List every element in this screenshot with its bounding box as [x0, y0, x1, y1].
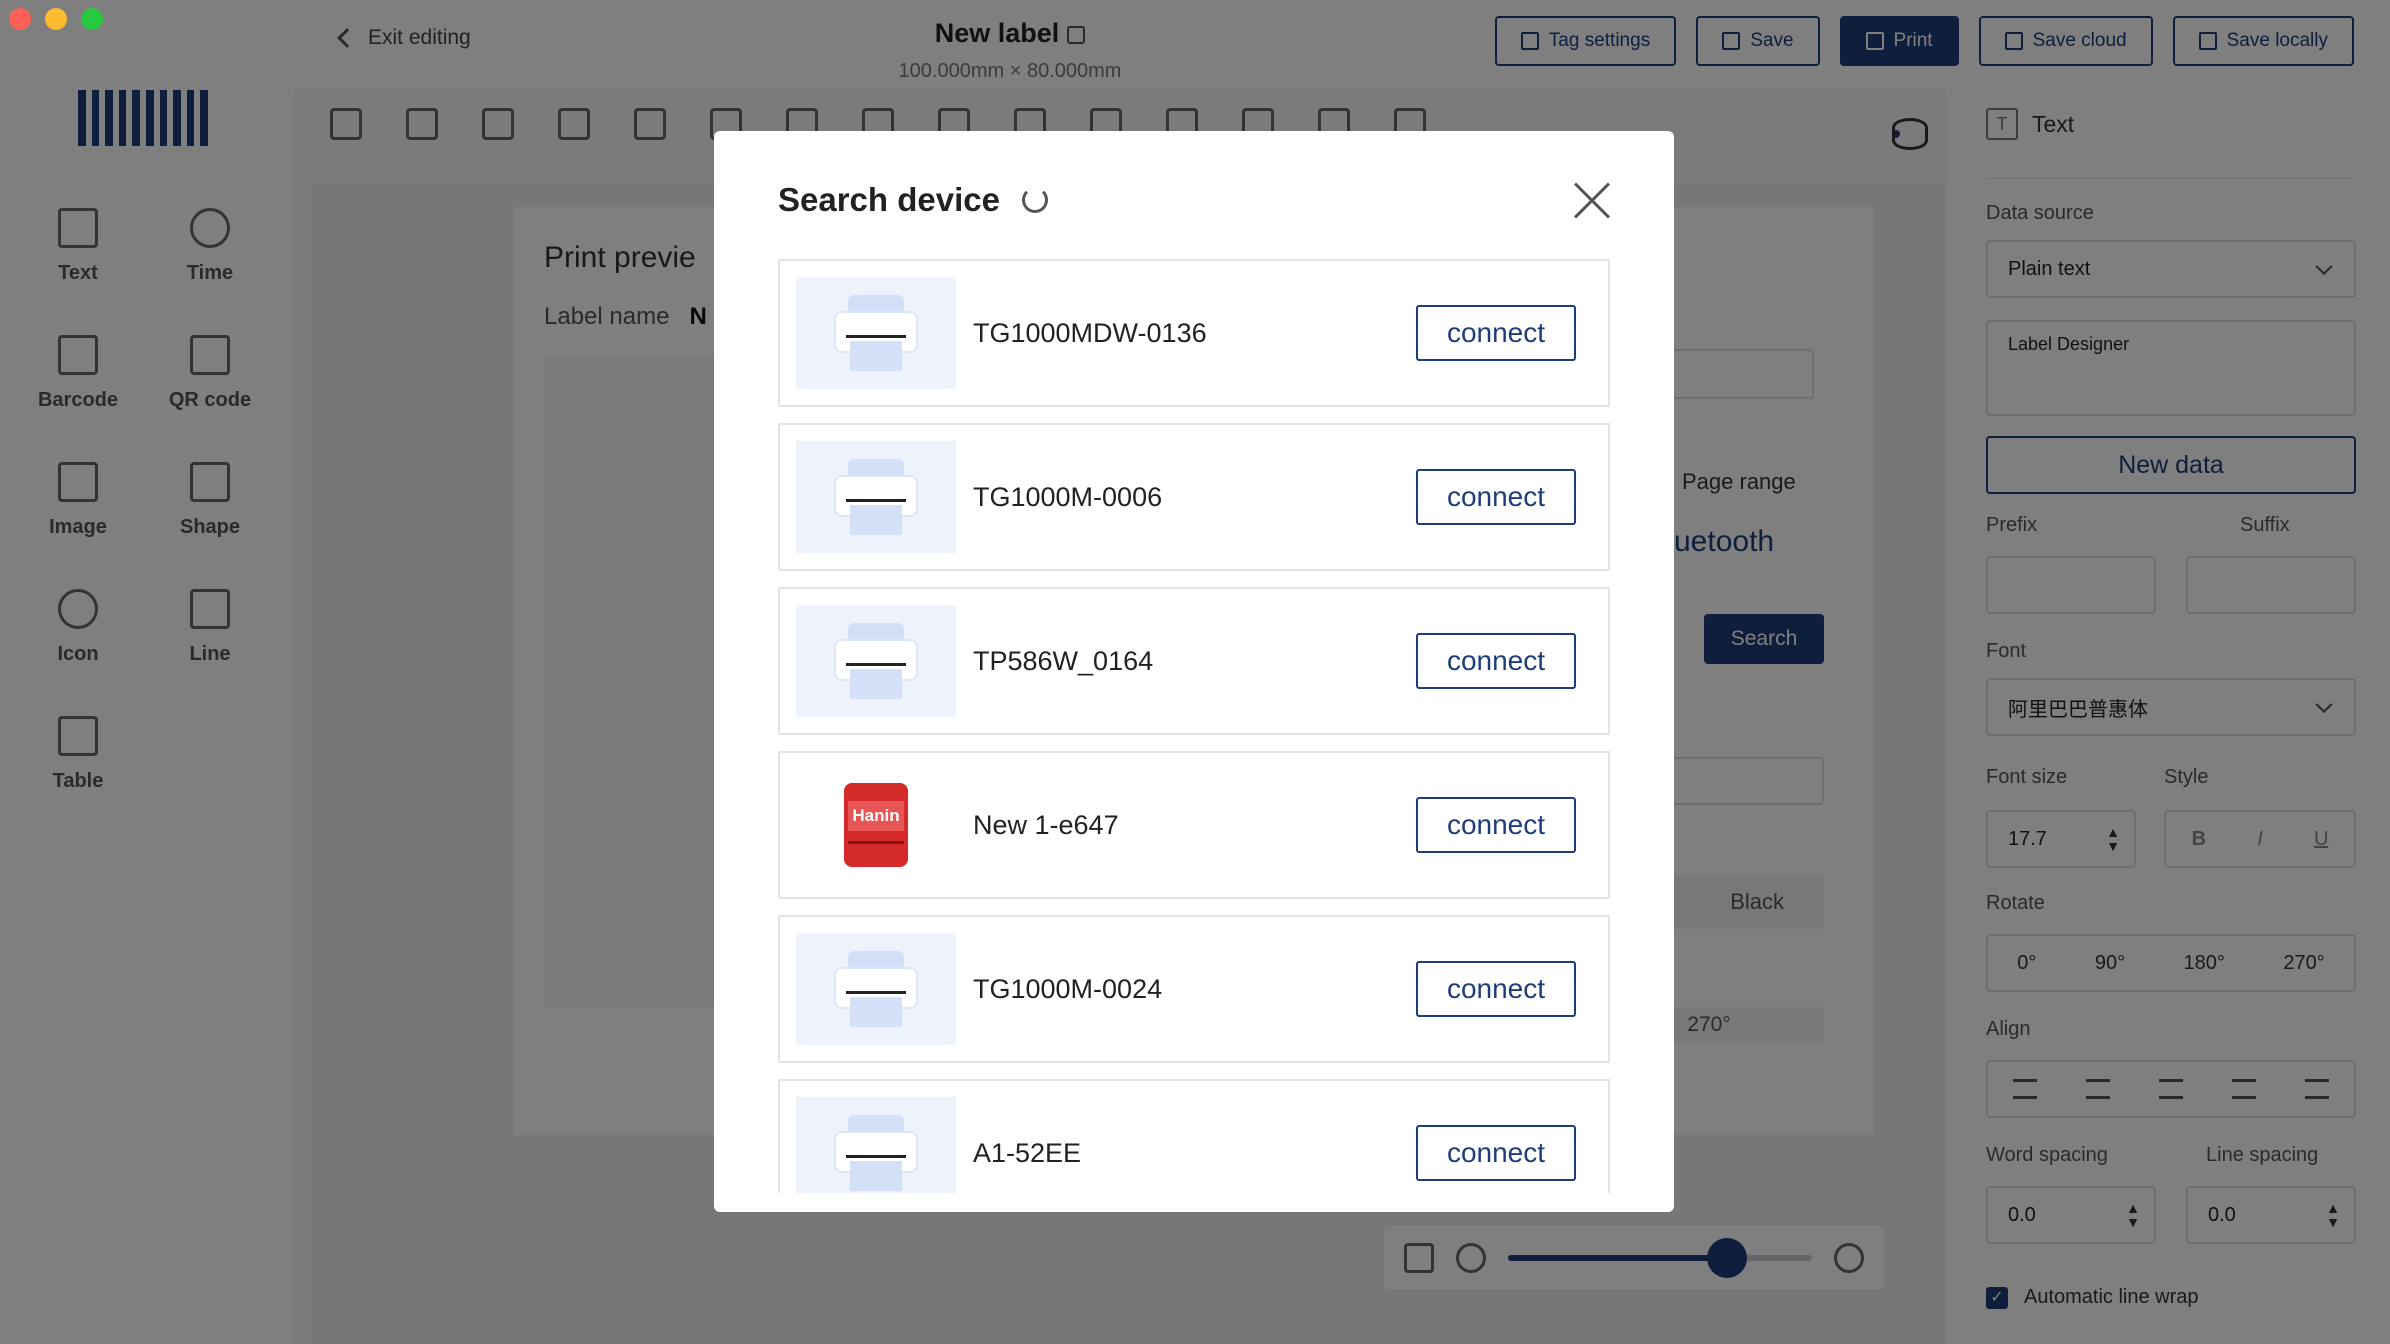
- device-name: TG1000M-0006: [973, 481, 1163, 512]
- connect-button[interactable]: connect: [1416, 961, 1576, 1017]
- device-thumbnail: [796, 1097, 956, 1193]
- connect-button[interactable]: connect: [1416, 797, 1576, 853]
- printer-icon: [836, 295, 916, 371]
- connect-button[interactable]: connect: [1416, 1125, 1576, 1181]
- device-item: TG1000M-0024 connect: [778, 915, 1610, 1063]
- device-item: TP586W_0164 connect: [778, 587, 1610, 735]
- dialog-title: Search device: [778, 181, 1048, 219]
- device-item: TG1000MDW-0136 connect: [778, 259, 1610, 407]
- red-printer-icon: Hanin: [844, 783, 908, 869]
- device-item: Hanin New 1-e647 connect: [778, 751, 1610, 899]
- device-name: TG1000M-0024: [973, 973, 1163, 1004]
- device-name: TG1000MDW-0136: [973, 317, 1207, 348]
- printer-icon: [836, 1115, 916, 1191]
- device-thumbnail: [796, 441, 956, 553]
- printer-icon: [836, 459, 916, 535]
- close-icon[interactable]: [1572, 181, 1612, 221]
- close-window-button[interactable]: [9, 8, 31, 30]
- device-list: TG1000MDW-0136 connect TG1000M-0006 conn…: [778, 259, 1610, 1193]
- printer-icon: [836, 951, 916, 1027]
- device-thumbnail: [796, 933, 956, 1045]
- connect-button[interactable]: connect: [1416, 305, 1576, 361]
- maximize-window-button[interactable]: [81, 8, 103, 30]
- device-name: New 1-e647: [973, 809, 1119, 840]
- device-item: A1-52EE connect: [778, 1079, 1610, 1193]
- device-name: A1-52EE: [973, 1137, 1082, 1168]
- device-name: TP586W_0164: [973, 645, 1154, 676]
- printer-icon: [836, 623, 916, 699]
- window-controls: [9, 8, 103, 30]
- device-thumbnail: [796, 605, 956, 717]
- search-device-dialog: Search device TG1000MDW-0136 connect TG1…: [714, 131, 1674, 1212]
- printer-brand: Hanin: [848, 801, 904, 831]
- connect-button[interactable]: connect: [1416, 633, 1576, 689]
- device-thumbnail: Hanin: [796, 769, 956, 881]
- minimize-window-button[interactable]: [45, 8, 67, 30]
- device-thumbnail: [796, 277, 956, 389]
- refresh-icon[interactable]: [1021, 187, 1048, 213]
- dialog-title-text: Search device: [778, 181, 1000, 218]
- device-item: TG1000M-0006 connect: [778, 423, 1610, 571]
- connect-button[interactable]: connect: [1416, 469, 1576, 525]
